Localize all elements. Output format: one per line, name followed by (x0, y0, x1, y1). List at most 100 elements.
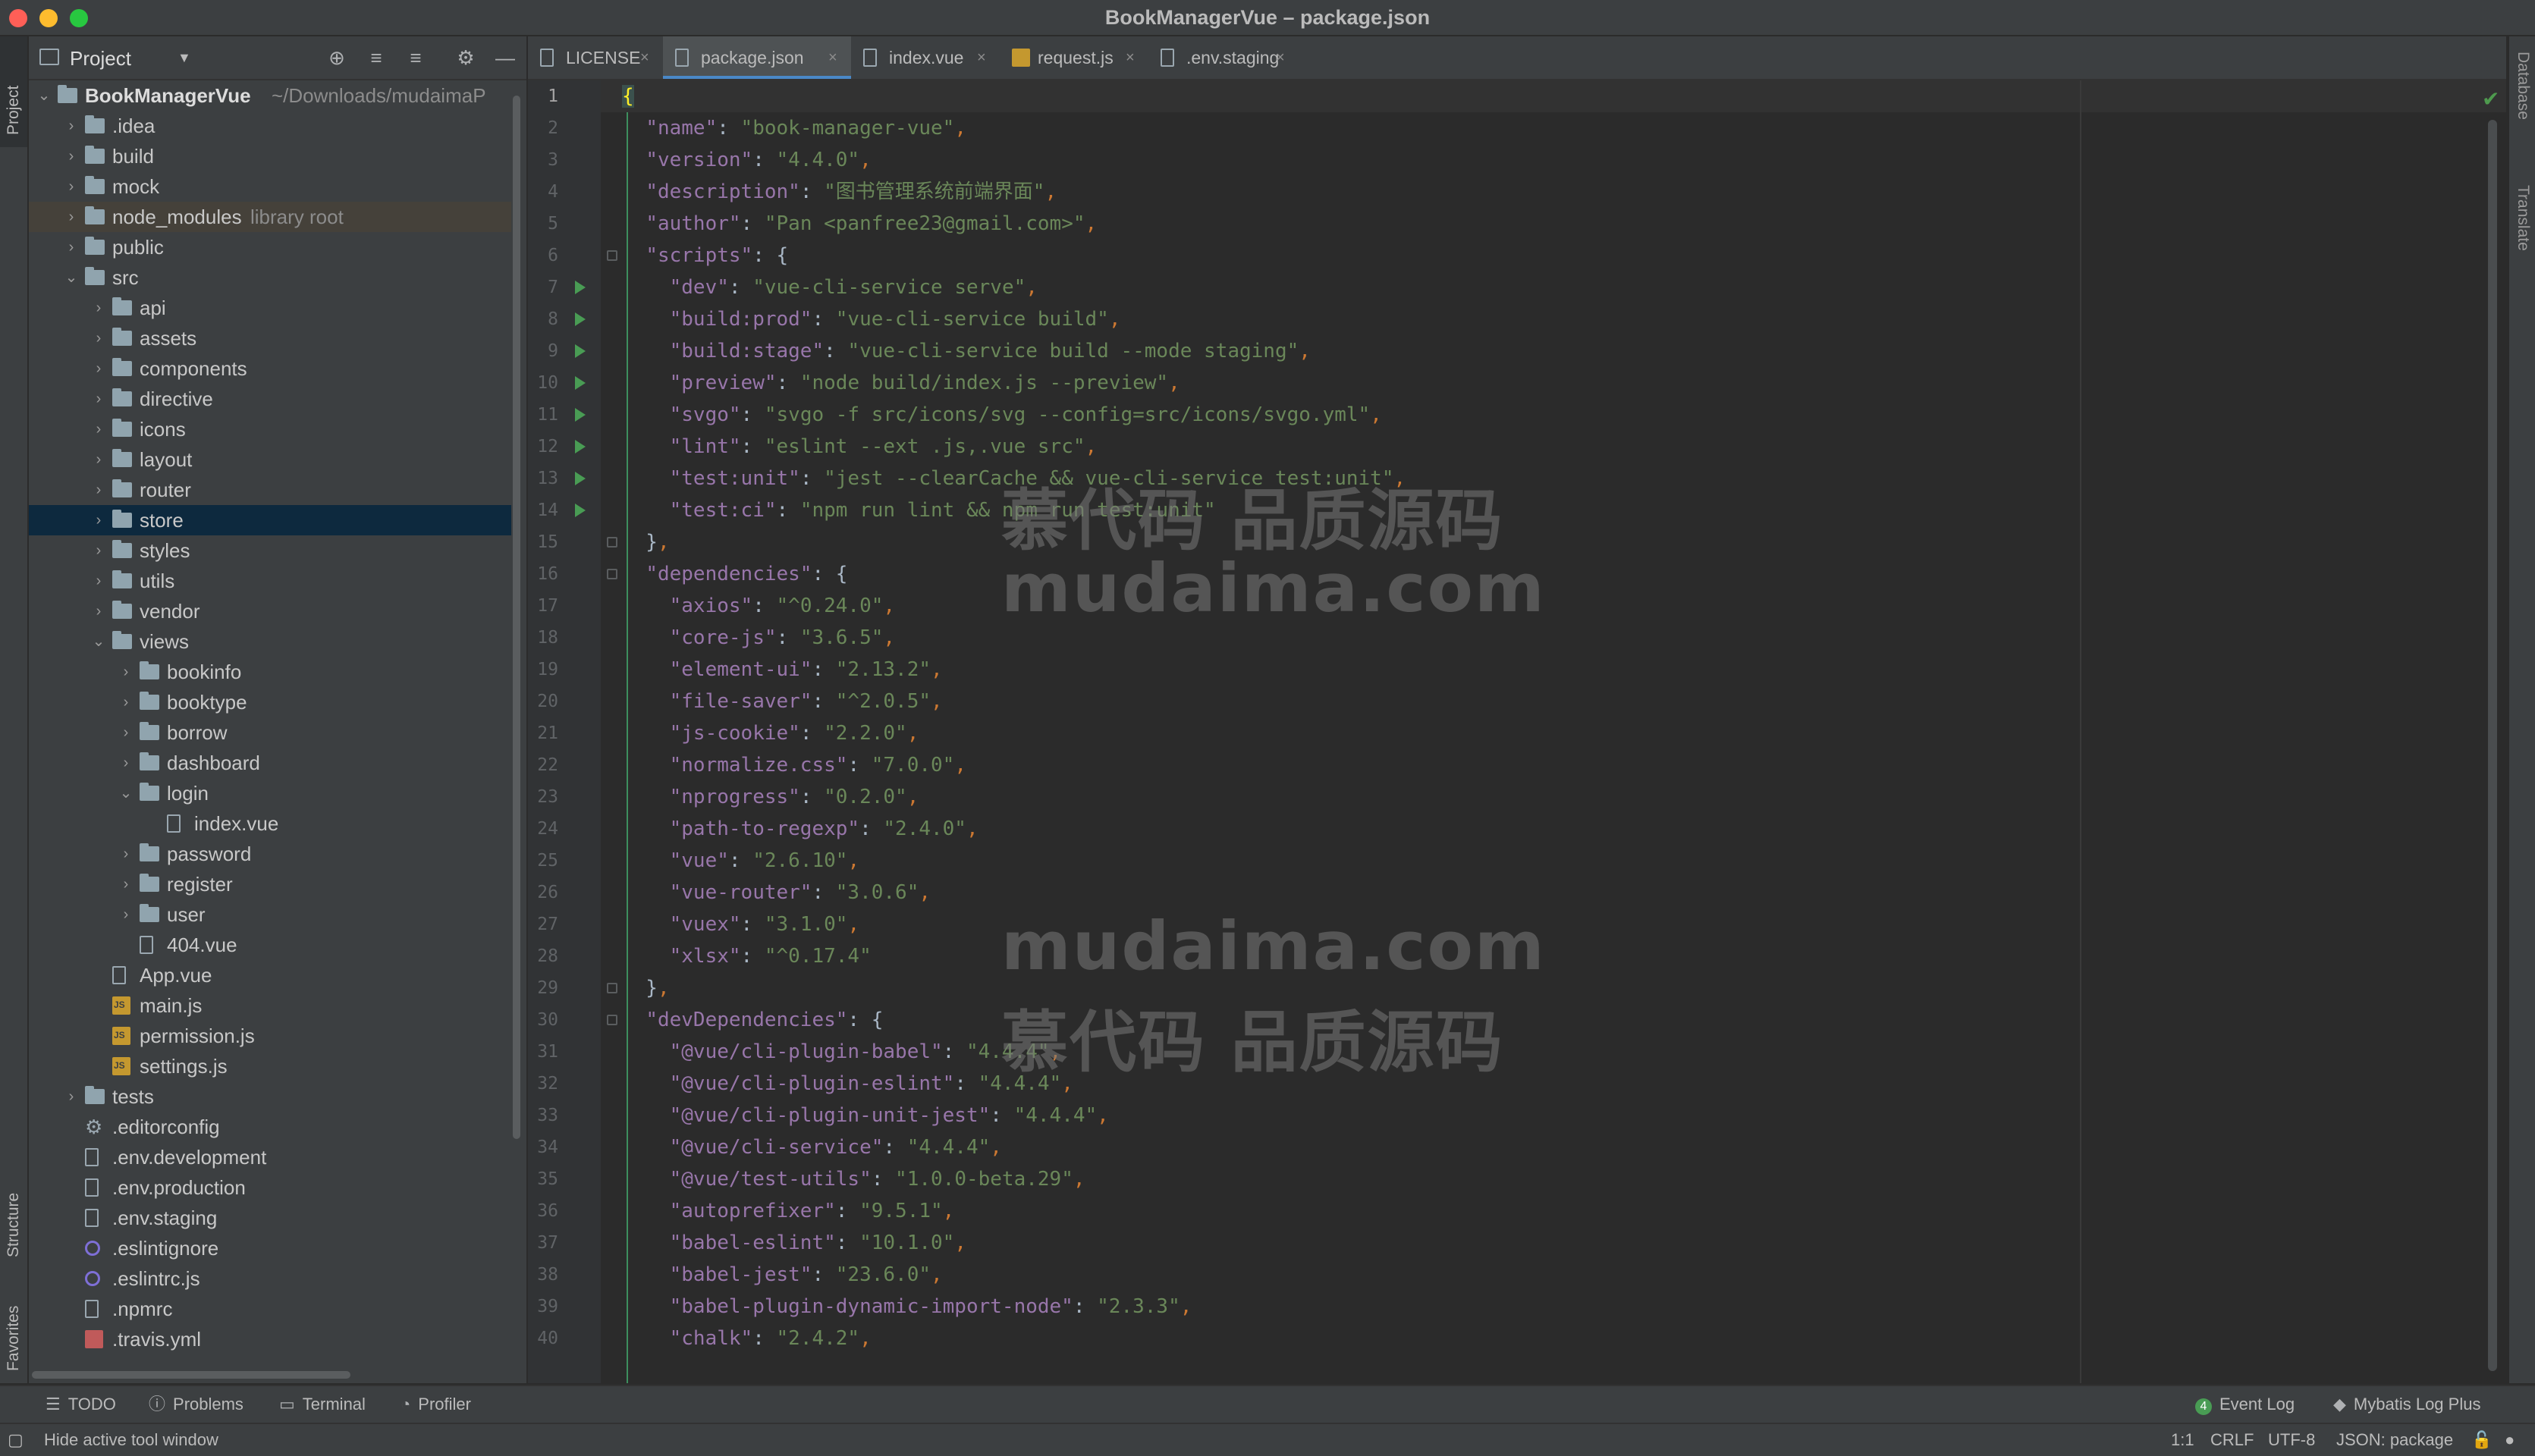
inspection-ok-icon[interactable]: ✔ (2482, 86, 2499, 111)
tree-item[interactable]: .travis.yml (29, 1324, 511, 1354)
tree-item[interactable]: ⚙ .editorconfig (29, 1112, 511, 1142)
chevron-right-icon[interactable]: › (118, 687, 134, 717)
tree-item[interactable]: permission.js (29, 1021, 511, 1051)
tree-item[interactable]: .env.production (29, 1172, 511, 1203)
chevron-right-icon[interactable]: › (91, 596, 106, 626)
tree-item[interactable]: › dashboard (29, 748, 511, 778)
tree-item[interactable]: ⌄ login (29, 778, 511, 808)
run-script-icon[interactable] (575, 281, 586, 294)
close-icon[interactable]: × (828, 36, 837, 79)
expand-all-icon[interactable]: ≡ (364, 46, 388, 70)
mybatis-log-button[interactable]: ◆ Mybatis Log Plus (2333, 1386, 2480, 1423)
fold-icon[interactable] (607, 983, 617, 993)
fold-icon[interactable] (607, 1015, 617, 1025)
tree-item[interactable]: App.vue (29, 960, 511, 990)
close-icon[interactable]: × (1276, 36, 1285, 79)
profiler-tool-button[interactable]: ◔ Profiler (401, 1386, 471, 1423)
locate-file-icon[interactable]: ⊕ (325, 46, 349, 70)
event-log-button[interactable]: 4 Event Log (2195, 1386, 2295, 1423)
tree-item[interactable]: ⌄ BookManagerVue ~/Downloads/mudaimaP (29, 80, 511, 111)
chevron-right-icon[interactable]: › (118, 899, 134, 930)
chevron-right-icon[interactable]: › (91, 384, 106, 414)
structure-tool-tab[interactable]: Structure (0, 1136, 27, 1265)
json-schema[interactable]: JSON: package (2336, 1424, 2453, 1456)
file-encoding[interactable]: UTF-8 (2268, 1424, 2315, 1456)
chevron-down-icon[interactable]: ▼ (177, 50, 191, 66)
tree-item[interactable]: › public (29, 232, 511, 262)
editor-tab[interactable]: LICENSE × (528, 36, 663, 79)
database-tool-tab[interactable]: Database (2509, 52, 2535, 173)
tree-item[interactable]: › build (29, 141, 511, 171)
editor-tab[interactable]: .env.staging × (1148, 36, 1299, 79)
chevron-right-icon[interactable]: › (64, 171, 79, 202)
tree-item[interactable]: › bookinfo (29, 657, 511, 687)
project-vertical-scrollbar[interactable] (511, 80, 522, 1139)
chevron-right-icon[interactable]: › (91, 535, 106, 566)
tree-item[interactable]: › mock (29, 171, 511, 202)
run-script-icon[interactable] (575, 504, 586, 517)
tree-item[interactable]: 404.vue (29, 930, 511, 960)
tree-item[interactable]: › tests (29, 1081, 511, 1112)
chevron-right-icon[interactable]: › (91, 444, 106, 475)
tree-item[interactable]: .eslintignore (29, 1233, 511, 1263)
tree-item[interactable]: › vendor (29, 596, 511, 626)
tree-item[interactable]: .eslintrc.js (29, 1263, 511, 1294)
tree-item[interactable]: › .idea (29, 111, 511, 141)
editor-tab[interactable]: package.json × (663, 36, 851, 79)
tree-item[interactable]: › register (29, 869, 511, 899)
tree-item[interactable]: › store (29, 505, 511, 535)
tree-item[interactable]: ⌄ views (29, 626, 511, 657)
caret-position[interactable]: 1:1 (2171, 1424, 2194, 1456)
problems-tool-button[interactable]: ⓘ Problems (149, 1386, 243, 1423)
tree-item[interactable]: › directive (29, 384, 511, 414)
close-icon[interactable]: × (640, 36, 649, 79)
project-tool-tab[interactable]: Project (0, 36, 27, 147)
tree-item[interactable]: › components (29, 353, 511, 384)
tree-item[interactable]: › router (29, 475, 511, 505)
collapse-all-icon[interactable]: ≡ (404, 46, 428, 70)
chevron-right-icon[interactable]: › (91, 566, 106, 596)
tree-item[interactable]: › icons (29, 414, 511, 444)
run-script-icon[interactable] (575, 376, 586, 390)
close-icon[interactable]: × (977, 36, 986, 79)
tree-item[interactable]: .env.development (29, 1142, 511, 1172)
fold-icon[interactable] (607, 250, 617, 261)
chevron-right-icon[interactable]: › (91, 323, 106, 353)
tree-item[interactable]: › utils (29, 566, 511, 596)
editor-vertical-scrollbar[interactable] (2488, 120, 2497, 1371)
chevron-right-icon[interactable]: › (118, 657, 134, 687)
editor-tab[interactable]: index.vue × (851, 36, 1000, 79)
fold-icon[interactable] (607, 537, 617, 548)
tree-item[interactable]: .npmrc (29, 1294, 511, 1324)
chevron-right-icon[interactable]: › (118, 748, 134, 778)
translate-tool-tab[interactable]: Translate (2509, 185, 2535, 322)
tree-item[interactable]: index.vue (29, 808, 511, 839)
chevron-right-icon[interactable]: › (64, 141, 79, 171)
tree-item[interactable]: › styles (29, 535, 511, 566)
run-script-icon[interactable] (575, 312, 586, 326)
chevron-right-icon[interactable]: › (64, 202, 79, 232)
chevron-right-icon[interactable]: › (91, 475, 106, 505)
chevron-down-icon[interactable]: ⌄ (36, 80, 52, 111)
tree-item[interactable]: › api (29, 293, 511, 323)
chevron-right-icon[interactable]: › (91, 505, 106, 535)
memory-indicator-icon[interactable]: ● (2505, 1424, 2515, 1456)
tree-item[interactable]: › node_modules library root (29, 202, 511, 232)
editor-tab[interactable]: request.js × (1000, 36, 1148, 79)
run-script-icon[interactable] (575, 440, 586, 453)
toggle-tool-windows-icon[interactable]: ▢ (8, 1424, 24, 1456)
chevron-right-icon[interactable]: › (64, 111, 79, 141)
run-script-icon[interactable] (575, 408, 586, 422)
tree-item[interactable]: ⌄ src (29, 262, 511, 293)
favorites-tool-tab[interactable]: Favorites (0, 1265, 27, 1379)
tree-item[interactable]: › borrow (29, 717, 511, 748)
chevron-right-icon[interactable]: › (64, 232, 79, 262)
tree-item[interactable]: › user (29, 899, 511, 930)
chevron-down-icon[interactable]: ⌄ (118, 778, 134, 808)
tree-item[interactable]: main.js (29, 990, 511, 1021)
project-horizontal-scrollbar[interactable] (32, 1371, 350, 1379)
chevron-right-icon[interactable]: › (91, 414, 106, 444)
chevron-right-icon[interactable]: › (91, 353, 106, 384)
tree-item[interactable]: › booktype (29, 687, 511, 717)
tree-item[interactable]: settings.js (29, 1051, 511, 1081)
